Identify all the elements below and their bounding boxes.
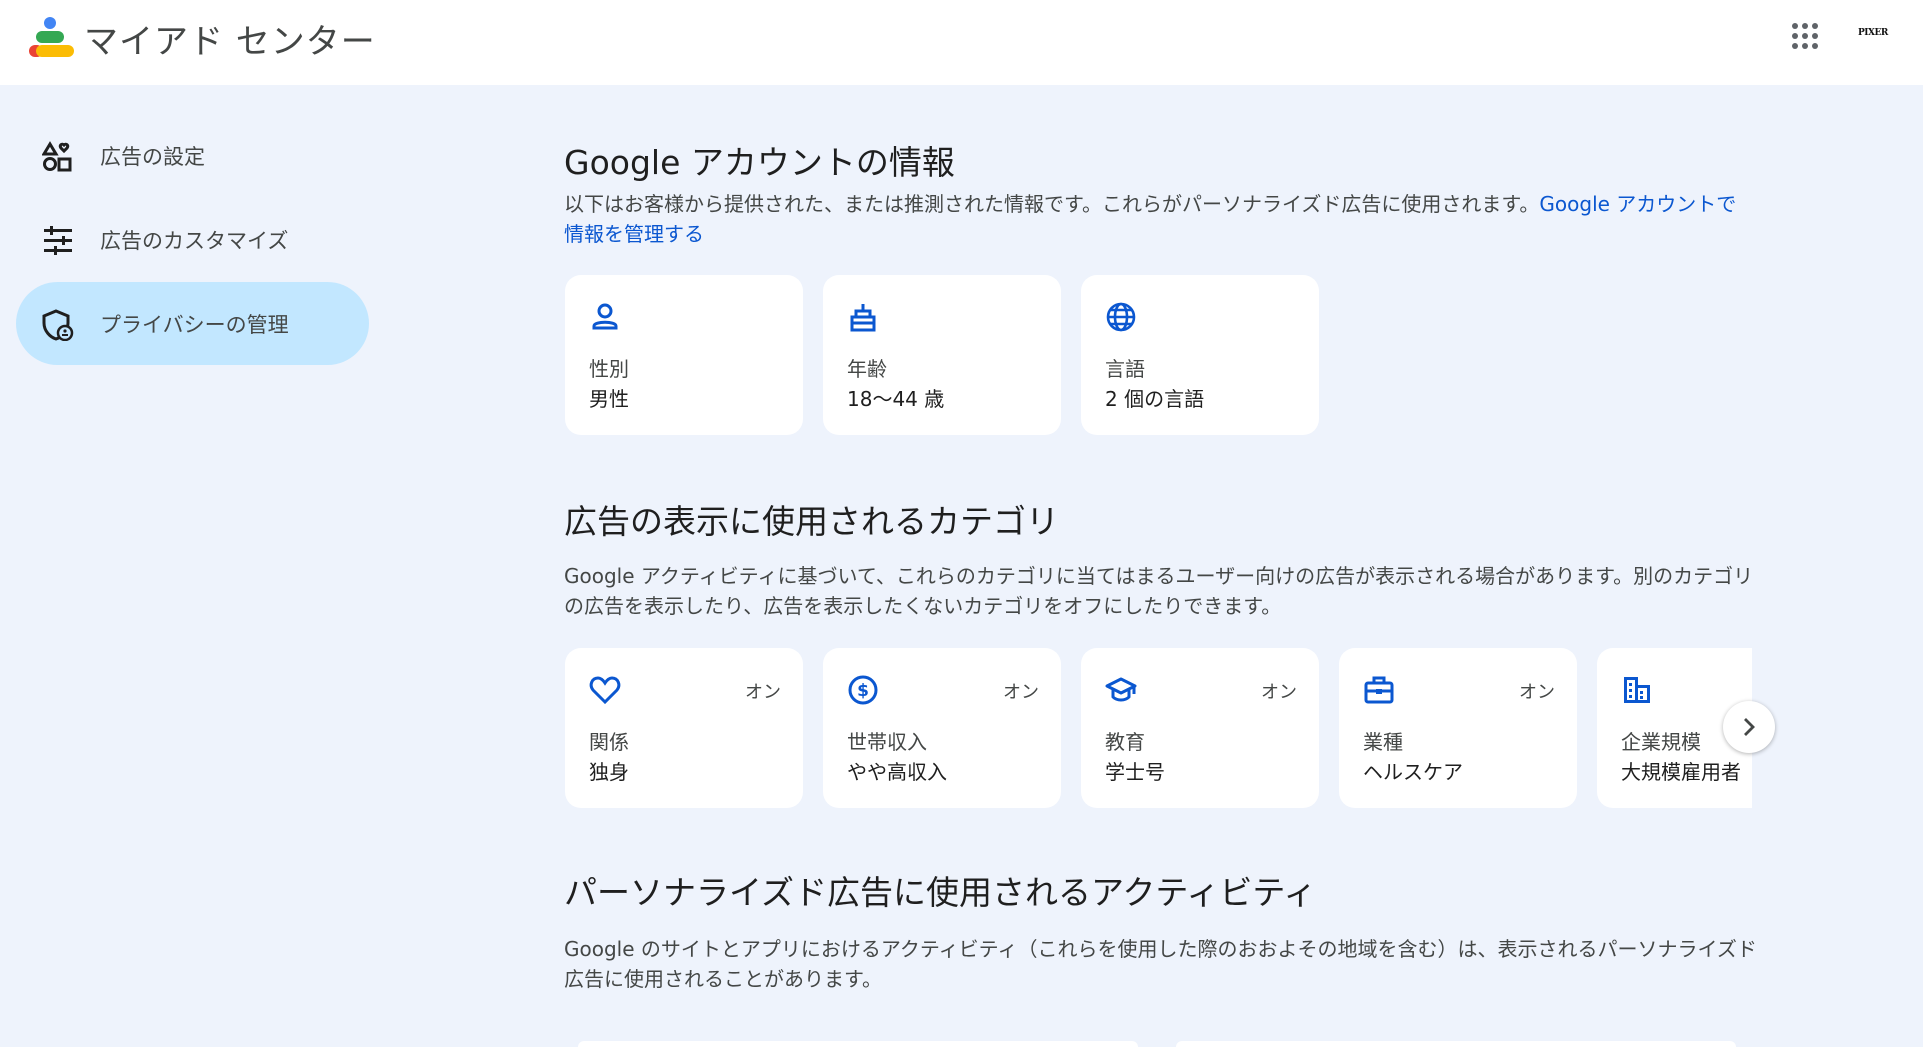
sidebar-item-label: 広告のカスタマイズ <box>100 229 289 253</box>
status-badge: オン <box>1003 682 1039 703</box>
activity-title: パーソナライズド広告に使用されるアクティビティ <box>564 873 1317 912</box>
ad-settings-icon <box>42 141 72 172</box>
card-value: やや高収入 <box>847 760 947 784</box>
card-label: 性別 <box>589 357 629 381</box>
card-value: 18～44 歳 <box>847 387 945 411</box>
sidebar-item-customize[interactable]: 広告のカスタマイズ <box>16 198 369 281</box>
category-card-education[interactable]: オン 教育 学士号 <box>1081 648 1319 808</box>
card-label: 教育 <box>1105 730 1145 754</box>
globe-icon <box>1106 302 1136 332</box>
person-icon <box>592 303 618 330</box>
cake-icon <box>850 304 876 332</box>
account-card-language[interactable]: 言語 2 個の言語 <box>1081 275 1319 435</box>
activity-card-top-edge <box>1176 1041 1736 1047</box>
heart-icon <box>589 676 621 705</box>
card-value: 大規模雇用者 <box>1621 760 1741 784</box>
category-card-income[interactable]: $ オン 世帯収入 やや高収入 <box>823 648 1061 808</box>
app-title: マイアド センター <box>84 22 376 62</box>
card-value: 男性 <box>589 387 629 411</box>
card-label: 年齢 <box>847 357 887 381</box>
status-badge: オン <box>745 682 781 703</box>
card-label: 関係 <box>589 730 629 754</box>
carousel-next-button[interactable] <box>1723 701 1775 753</box>
tune-sliders-icon <box>44 226 72 255</box>
sidebar-item-privacy[interactable]: プライバシーの管理 <box>16 282 369 365</box>
chevron-right-icon <box>1744 718 1755 736</box>
sidebar-item-label: 広告の設定 <box>100 145 205 169</box>
categories-carousel: オン 関係 独身 $ オン 世帯収入 やや高収入 オン 教育 学士号 オン 業種… <box>564 646 1752 810</box>
status-badge: オン <box>1519 682 1555 703</box>
account-card-gender[interactable]: 性別 男性 <box>565 275 803 435</box>
category-card-industry[interactable]: オン 業種 ヘルスケア <box>1339 648 1577 808</box>
top-bar: マイアド センター PIXER <box>0 0 1923 85</box>
card-value: 2 個の言語 <box>1105 387 1205 411</box>
account-info-description: 以下はお客様から提供された、または推測された情報です。これらがパーソナライズド広… <box>564 189 1744 249</box>
card-label: 世帯収入 <box>847 730 927 754</box>
briefcase-icon <box>1364 676 1394 704</box>
privacy-shield-icon <box>42 309 74 341</box>
activity-description: Google のサイトとアプリにおけるアクティビティ（これらを使用した際のおおよ… <box>564 937 1757 991</box>
card-label: 企業規模 <box>1621 730 1701 754</box>
account-avatar[interactable]: PIXER <box>1858 28 1898 46</box>
sidebar-item-label: プライバシーの管理 <box>100 313 289 337</box>
svg-text:$: $ <box>857 681 869 701</box>
card-label: 業種 <box>1363 730 1403 754</box>
apps-grid-icon[interactable] <box>1791 22 1819 50</box>
card-value: 学士号 <box>1105 760 1165 784</box>
card-value: 独身 <box>589 760 629 784</box>
sidebar-item-ad-settings[interactable]: 広告の設定 <box>16 114 369 197</box>
building-icon <box>1624 677 1650 703</box>
account-info-title: Google アカウントの情報 <box>564 143 955 182</box>
card-value: ヘルスケア <box>1363 760 1463 784</box>
graduation-cap-icon <box>1105 677 1137 702</box>
categories-title: 広告の表示に使用されるカテゴリ <box>564 502 1059 541</box>
card-label: 言語 <box>1105 357 1145 381</box>
my-ad-center-logo <box>29 17 74 57</box>
account-info-description-text: 以下はお客様から提供された、または推測された情報です。これらがパーソナライズド広… <box>564 192 1540 216</box>
account-card-age[interactable]: 年齢 18～44 歳 <box>823 275 1061 435</box>
category-card-relationship[interactable]: オン 関係 独身 <box>565 648 803 808</box>
activity-cards-peek <box>578 1041 1738 1047</box>
activity-card-top-edge <box>578 1041 1138 1047</box>
dollar-icon: $ <box>848 675 878 705</box>
status-badge: オン <box>1261 682 1297 703</box>
categories-description: Google アクティビティに基づいて、これらのカテゴリに当てはまるユーザー向け… <box>564 564 1754 618</box>
